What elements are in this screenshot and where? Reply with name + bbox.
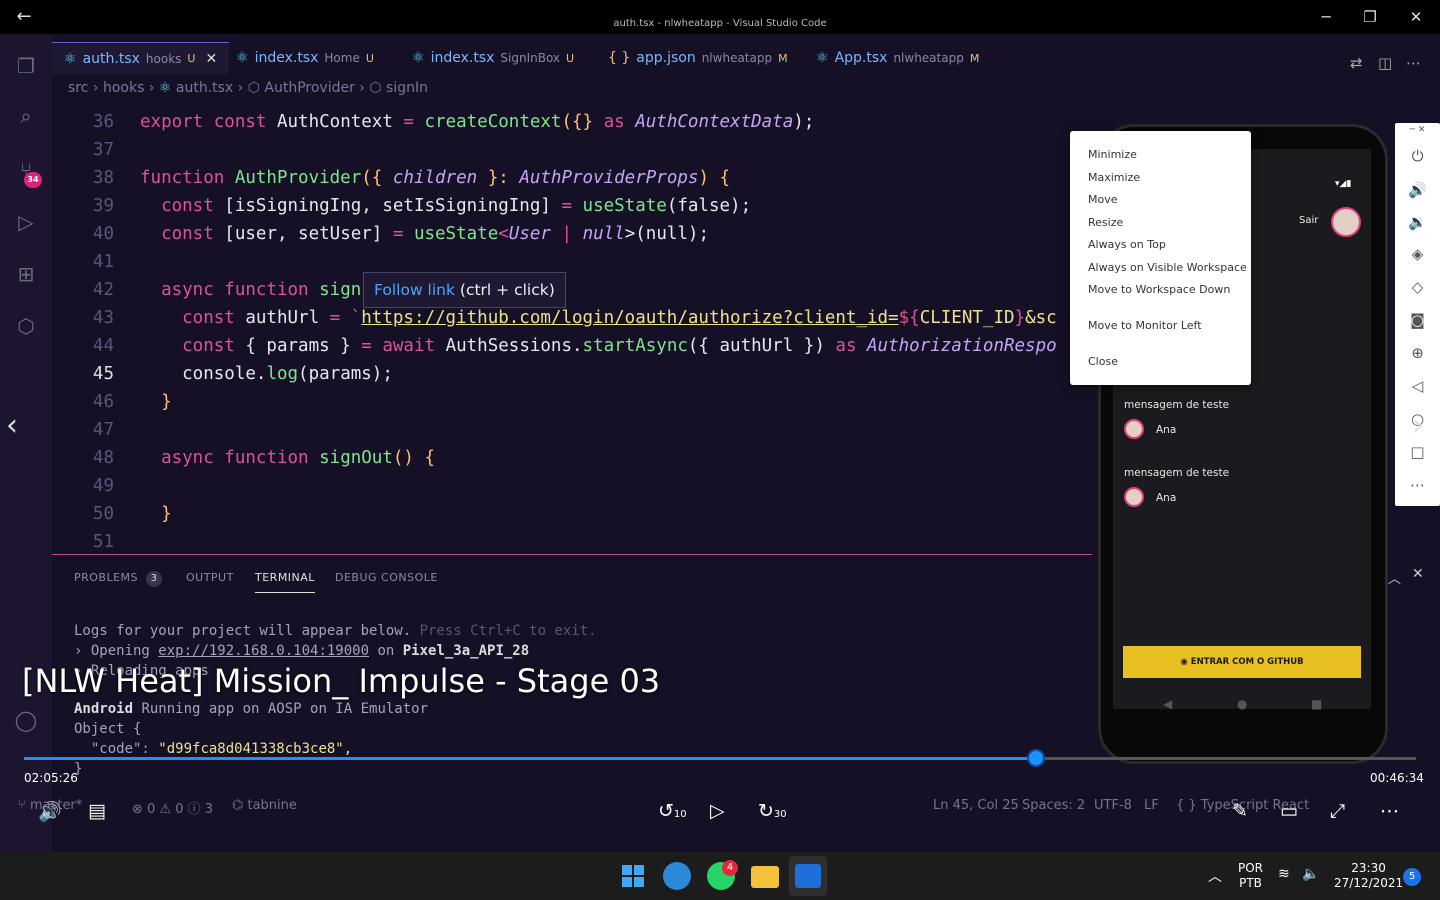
- tray-overflow-icon[interactable]: ︿: [1208, 866, 1222, 886]
- subtitles-icon[interactable]: ▤: [88, 800, 106, 822]
- forward-30-button[interactable]: ↻30: [758, 800, 787, 822]
- speaker-icon[interactable]: 🔈: [1302, 866, 1319, 882]
- more-options-icon[interactable]: ⋯: [1380, 800, 1399, 822]
- edge-icon[interactable]: [663, 862, 691, 890]
- fullscreen-icon[interactable]: ⤢: [1330, 800, 1345, 822]
- clock[interactable]: 23:30 27/12/2021: [1334, 861, 1403, 891]
- rewind-10-button[interactable]: ↺10: [658, 800, 687, 822]
- media-player-task[interactable]: [789, 856, 827, 896]
- total-time: 00:46:34: [1370, 771, 1424, 785]
- play-button[interactable]: ▷: [710, 800, 725, 822]
- whatsapp-badge: 4: [722, 860, 738, 876]
- wifi-icon[interactable]: ≋: [1278, 866, 1290, 882]
- edit-icon[interactable]: ✎: [1232, 800, 1248, 822]
- prev-chevron-icon[interactable]: ‹: [6, 408, 18, 443]
- video-title: [NLW Heat] Mission_ Impulse - Stage 03: [22, 662, 661, 700]
- windows-taskbar: 4 ︿ POR PTB ≋ 🔈 23:30 27/12/2021 5: [0, 852, 1440, 900]
- progress-thumb[interactable]: [1026, 749, 1045, 767]
- windows-start-icon[interactable]: [619, 862, 647, 890]
- file-explorer-icon[interactable]: [751, 866, 779, 888]
- language-indicator[interactable]: POR PTB: [1238, 861, 1263, 891]
- media-player-icon: [795, 864, 821, 888]
- progress-fill: [24, 757, 1036, 760]
- current-time: 02:05:26: [24, 771, 78, 785]
- cast-icon[interactable]: ▭: [1280, 800, 1298, 822]
- video-player-overlay: ‹ › [NLW Heat] Mission_ Impulse - Stage …: [0, 0, 1440, 852]
- volume-icon[interactable]: 🔊: [38, 800, 62, 823]
- notification-badge[interactable]: 5: [1403, 868, 1421, 886]
- next-chevron-icon[interactable]: ›: [1412, 408, 1424, 443]
